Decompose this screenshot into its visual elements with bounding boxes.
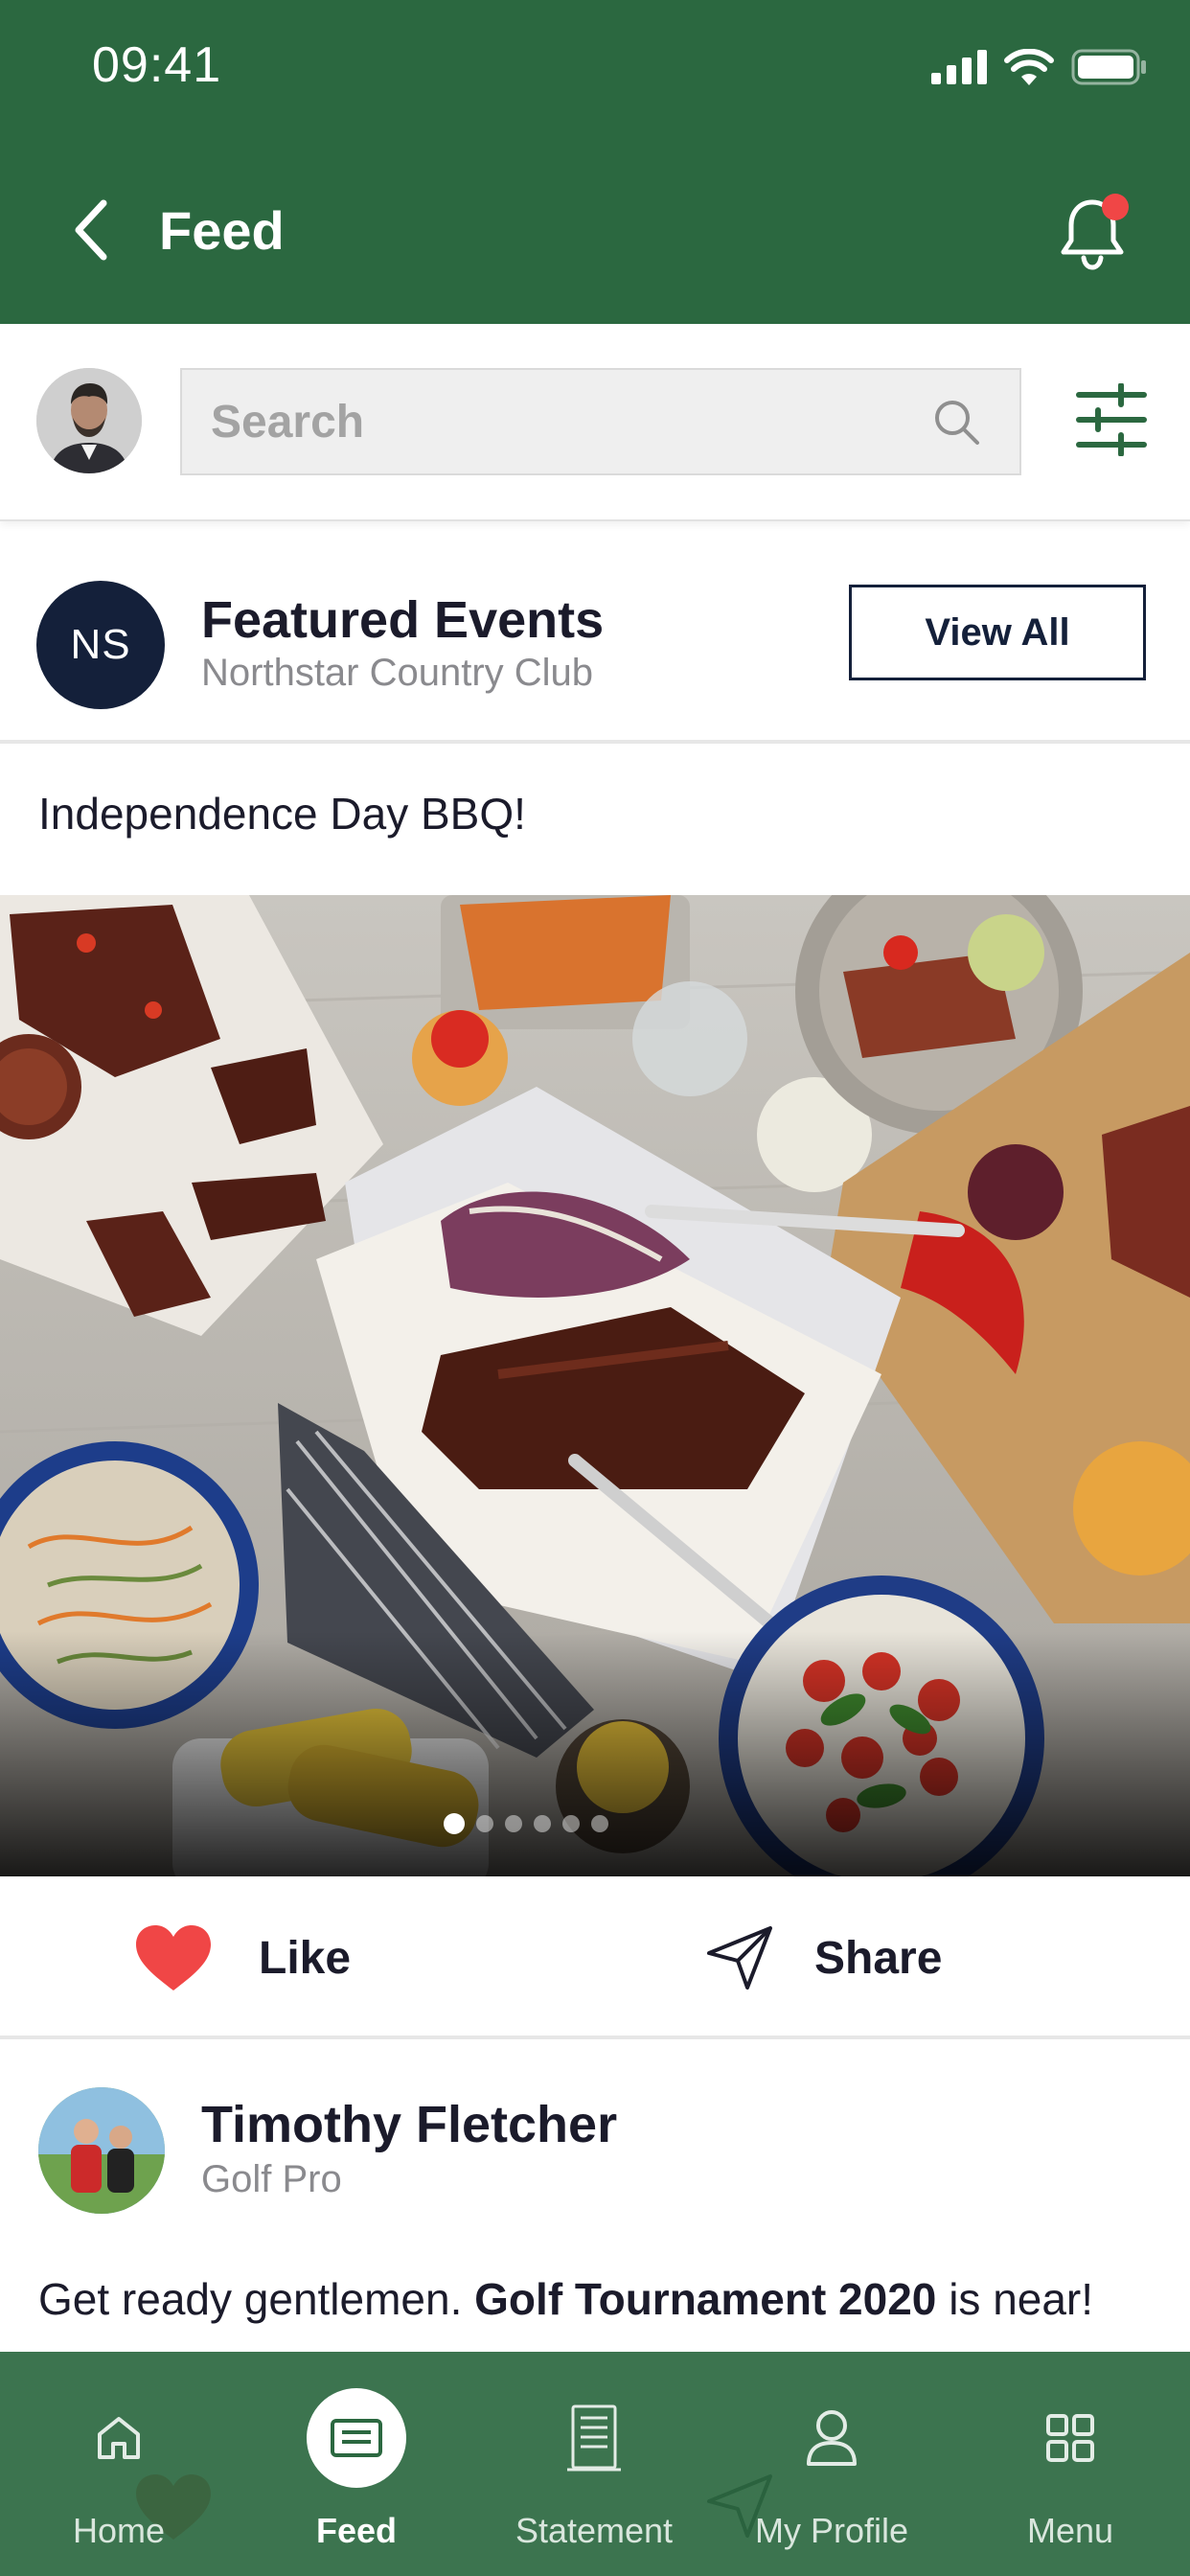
tab-home[interactable]: Home	[0, 2352, 238, 2576]
event-title: Independence Day BBQ!	[38, 789, 526, 839]
tab-label: Statement	[515, 2511, 674, 2550]
cellular-signal-icon	[931, 50, 987, 84]
carousel-dot[interactable]	[476, 1815, 493, 1832]
profile-icon	[782, 2388, 881, 2488]
club-avatar: NS	[36, 581, 165, 709]
post-text-plain: Get ready gentlemen.	[38, 2274, 463, 2324]
featured-title: Featured Events	[201, 591, 605, 649]
user-photo	[36, 368, 142, 473]
status-time: 09:41	[92, 37, 222, 93]
send-icon	[707, 1926, 772, 1990]
statement-icon	[544, 2388, 644, 2488]
tab-label: My Profile	[754, 2511, 909, 2550]
golfers-photo	[38, 2087, 165, 2214]
tab-label: Home	[72, 2511, 166, 2550]
tab-label: Menu	[1026, 2511, 1114, 2550]
tab-my-profile[interactable]: My Profile	[713, 2352, 950, 2576]
wifi-icon	[1004, 49, 1054, 85]
post-actions: Like Share	[0, 1876, 1190, 2039]
featured-events-header: NS Featured Events Northstar Country Clu…	[0, 521, 1190, 744]
post-author-avatar[interactable]	[38, 2087, 165, 2214]
carousel-dot[interactable]	[562, 1815, 580, 1832]
back-button[interactable]	[61, 192, 119, 268]
post-text-end: is near!	[949, 2274, 1094, 2324]
like-button[interactable]: Like	[134, 1917, 351, 1999]
heart-icon	[136, 1925, 211, 1990]
event-image-carousel[interactable]	[0, 895, 1190, 1876]
tab-statement[interactable]: Statement	[475, 2352, 713, 2576]
app-header: 09:41 Feed	[0, 0, 1190, 324]
share-label: Share	[814, 1932, 943, 1984]
like-label: Like	[259, 1932, 352, 1984]
home-icon	[69, 2388, 169, 2488]
user-avatar[interactable]	[36, 368, 142, 473]
share-button[interactable]: Share	[705, 1917, 942, 1999]
tab-label: Feed	[315, 2511, 398, 2550]
filter-sliders-icon[interactable]	[1075, 383, 1148, 456]
carousel-dot[interactable]	[505, 1815, 522, 1832]
battery-icon	[1071, 49, 1146, 85]
page-title: Feed	[159, 200, 285, 261]
post-text-bold: Golf Tournament 2020	[474, 2274, 937, 2324]
view-all-button[interactable]: View All	[849, 585, 1146, 680]
post-text: Get ready gentlemen. Golf Tournament 202…	[38, 2269, 1150, 2329]
post-author-role: Golf Pro	[201, 2158, 342, 2200]
search-box	[180, 368, 1021, 475]
search-row	[0, 324, 1190, 521]
search-input[interactable]	[211, 370, 939, 473]
grid-icon	[1020, 2388, 1120, 2488]
status-icons	[931, 48, 1148, 86]
chevron-left-icon	[75, 199, 107, 261]
bottom-tab-bar: Home Feed Statement My Profile Menu	[0, 2352, 1190, 2576]
notification-badge	[1102, 194, 1129, 220]
tab-feed[interactable]: Feed	[238, 2352, 475, 2576]
carousel-dot[interactable]	[534, 1815, 551, 1832]
featured-subtitle: Northstar Country Club	[201, 652, 594, 694]
search-icon[interactable]	[931, 397, 981, 447]
carousel-dot[interactable]	[444, 1813, 465, 1834]
post-author-name[interactable]: Timothy Fletcher	[201, 2095, 617, 2154]
carousel-dot[interactable]	[591, 1815, 608, 1832]
bbq-food-photo	[0, 895, 1190, 1876]
tab-menu[interactable]: Menu	[950, 2352, 1190, 2576]
feed-icon	[307, 2388, 406, 2488]
notifications-button[interactable]	[1046, 188, 1138, 280]
carousel-dots[interactable]	[0, 1813, 1121, 1834]
